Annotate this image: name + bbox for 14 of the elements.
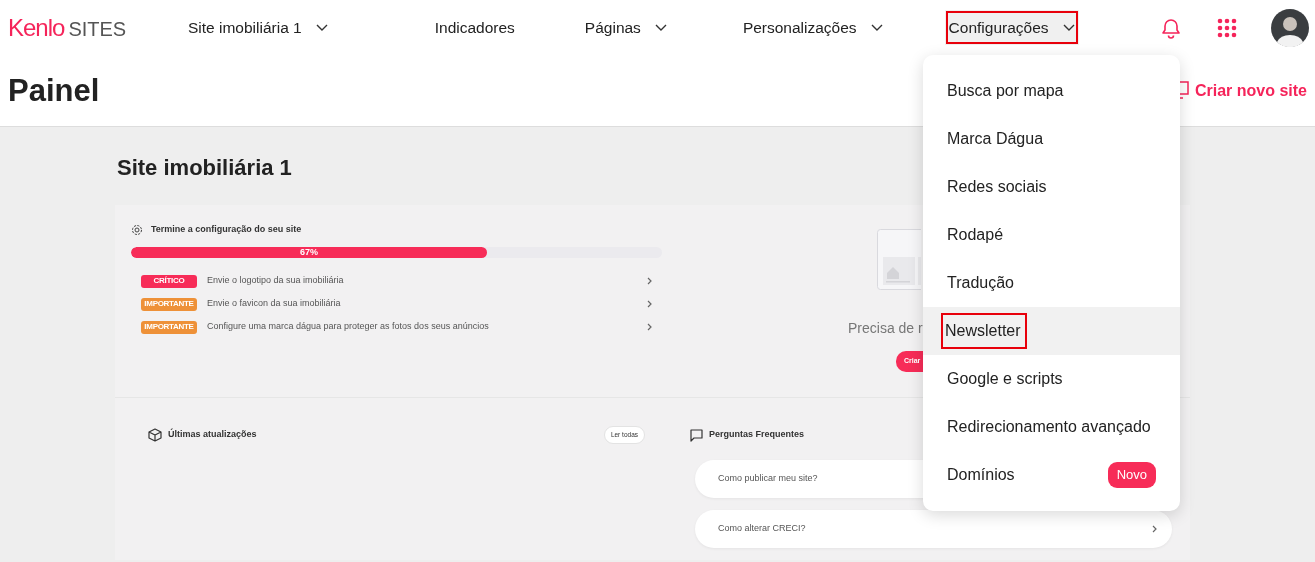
section-title: Perguntas Frequentes xyxy=(709,428,805,442)
faq-question: Como alterar CRECI? xyxy=(718,522,806,536)
site-title: Site imobiliária 1 xyxy=(117,155,293,181)
setup-title: Termine a configuração do seu site xyxy=(151,223,302,236)
page-title: Painel xyxy=(8,71,100,110)
priority-tag: CRÍTICO xyxy=(141,274,197,288)
priority-tag: IMPORTANTE xyxy=(141,297,197,311)
faq-question: Como publicar meu site? xyxy=(718,472,818,486)
highlighted-label: Newsletter xyxy=(943,315,1025,347)
new-badge: Novo xyxy=(1107,462,1156,488)
promo-text: Precisa de r xyxy=(848,319,923,338)
progress-fill: 67% xyxy=(131,246,487,258)
priority-tag: IMPORTANTE xyxy=(141,320,197,334)
section-title: Últimas atualizações xyxy=(168,428,257,442)
